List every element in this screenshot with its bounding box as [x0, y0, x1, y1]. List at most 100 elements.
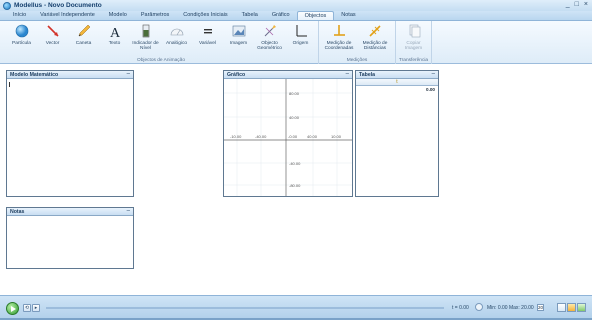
minimize-panel-icon[interactable]: –: [432, 70, 435, 78]
analog-button[interactable]: Analógico: [161, 23, 192, 56]
table-panel: Tabela – t 0.00: [355, 70, 439, 197]
group-label-measurements: Medições: [346, 58, 368, 63]
group-measurements: Medição de Coordenadas Medição de Distân…: [319, 21, 396, 64]
y-tick-label: 40.00: [289, 115, 300, 120]
tab-tabela[interactable]: Tabela: [235, 11, 265, 20]
tab-variavel-independente[interactable]: Variável Independente: [33, 11, 102, 20]
x-tick-label: -40.00: [255, 134, 267, 139]
geometric-object-label: Objecto Geométrico: [257, 41, 282, 52]
notes-editor[interactable]: [7, 216, 133, 268]
model-panel: Modelo Matemático –: [6, 70, 134, 197]
geometric-object-button[interactable]: Objecto Geométrico: [254, 23, 285, 56]
x-tick-label: 40.00: [307, 134, 318, 139]
analog-gauge-icon: [169, 23, 185, 39]
time-settings-icon[interactable]: [475, 303, 483, 311]
graph-panel-header: Gráfico –: [224, 71, 352, 79]
playback-bar: ⟲ ▸ t = 0.00 Min: 0.00 Max: 20.00 20: [0, 295, 592, 320]
graph-canvas[interactable]: -10.00 -40.00 -0.00 40.00 10.00 80.00 40…: [224, 79, 352, 196]
table-column-label: t: [396, 79, 398, 85]
level-indicator-icon: [138, 23, 154, 39]
vector-icon: [45, 23, 61, 39]
analog-label: Analógico: [165, 41, 188, 46]
copy-image-label: Copiar Imagem: [404, 41, 423, 52]
highlight-icon[interactable]: [567, 303, 576, 312]
particle-icon: [14, 23, 30, 39]
pen-button[interactable]: Caneta: [68, 23, 99, 56]
copy-image-icon: [406, 23, 422, 39]
table-column-header[interactable]: t: [356, 79, 438, 86]
view-buttons: [557, 303, 586, 312]
x-tick-label: 10.00: [331, 134, 342, 139]
copy-image-button[interactable]: Copiar Imagem: [398, 23, 429, 56]
table-row[interactable]: 0.00: [356, 86, 438, 93]
graph-panel-title: Gráfico: [227, 72, 246, 78]
y-tick-label: -80.00: [289, 183, 301, 188]
ribbon-tab-bar: Início Variável Independente Modelo Parâ…: [0, 11, 592, 21]
tab-condicoes-iniciais[interactable]: Condições Iniciais: [176, 11, 234, 20]
title-bar: Modellus - Novo Documento _ □ ×: [0, 0, 592, 11]
graph-panel: Gráfico – -10.00 -40.00 -0.00 40.00 10.0…: [223, 70, 353, 197]
minimize-icon[interactable]: _: [566, 1, 570, 8]
tab-objectos[interactable]: Objectos: [296, 11, 335, 20]
app-logo-icon[interactable]: [3, 1, 11, 10]
step-button[interactable]: ▸: [32, 304, 40, 312]
origin-label: Origem: [292, 41, 309, 46]
group-label-animation-objects: Objectos de Animação: [137, 58, 185, 63]
notes-panel-header: Notas –: [7, 208, 133, 216]
variable-icon: [200, 23, 216, 39]
distance-measure-label: Medição de Distâncias: [362, 41, 388, 52]
ribbon: Partícula Vector Caneta A Texto Indicado…: [0, 21, 592, 64]
time-slider[interactable]: [46, 307, 444, 309]
origin-button[interactable]: Origem: [285, 23, 316, 56]
table-cell: 0.00: [426, 87, 435, 92]
level-indicator-button[interactable]: Indicador de Nível: [130, 23, 161, 56]
minimize-panel-icon[interactable]: –: [346, 70, 349, 78]
level-indicator-label: Indicador de Nível: [132, 41, 159, 52]
step-count-value: 20: [538, 305, 544, 310]
image-button[interactable]: Imagem: [223, 23, 254, 56]
y-tick-label: -40.00: [289, 161, 301, 166]
svg-text:A: A: [110, 26, 121, 38]
coordinate-measure-icon: [331, 23, 347, 39]
tab-inicio[interactable]: Início: [6, 11, 33, 20]
tab-notas[interactable]: Notas: [334, 11, 362, 20]
coordinate-measure-button[interactable]: Medição de Coordenadas: [321, 23, 357, 56]
minimize-panel-icon[interactable]: –: [127, 70, 130, 78]
model-panel-header: Modelo Matemático –: [7, 71, 133, 79]
text-label: Texto: [108, 41, 121, 46]
play-button[interactable]: [6, 302, 19, 315]
minimize-panel-icon[interactable]: –: [127, 207, 130, 215]
tab-modelo[interactable]: Modelo: [102, 11, 134, 20]
export-icon[interactable]: [577, 303, 586, 312]
coordinate-measure-label: Medição de Coordenadas: [324, 41, 354, 52]
tab-grafico[interactable]: Gráfico: [265, 11, 297, 20]
min-max-readout: Min: 0.00 Max: 20.00: [487, 305, 534, 311]
reset-button[interactable]: ⟲: [23, 304, 31, 312]
text-icon: A: [107, 23, 123, 39]
table-panel-header: Tabela –: [356, 71, 438, 79]
close-icon[interactable]: ×: [584, 1, 588, 8]
pen-icon: [76, 23, 92, 39]
text-button[interactable]: A Texto: [99, 23, 130, 56]
model-editor[interactable]: [7, 79, 133, 196]
maximize-icon[interactable]: □: [575, 1, 579, 8]
tab-parametros[interactable]: Parâmetros: [134, 11, 176, 20]
text-cursor: [9, 82, 10, 87]
step-count[interactable]: 20: [537, 304, 544, 311]
notes-panel-title: Notas: [10, 209, 25, 215]
window-controls: _ □ ×: [566, 1, 588, 8]
image-icon: [231, 23, 247, 39]
vector-button[interactable]: Vector: [37, 23, 68, 56]
group-animation-objects: Partícula Vector Caneta A Texto Indicado…: [4, 21, 319, 64]
variable-label: Variável: [199, 41, 216, 46]
origin-icon: [293, 23, 309, 39]
particle-button[interactable]: Partícula: [6, 23, 37, 56]
distance-measure-button[interactable]: Medição de Distâncias: [357, 23, 393, 56]
group-label-transfer: Transferência: [398, 58, 429, 63]
geometric-object-icon: [262, 23, 278, 39]
vector-label: Vector: [45, 41, 60, 46]
image-label: Imagem: [229, 41, 248, 46]
layout-icon[interactable]: [557, 303, 566, 312]
window-title: Modellus - Novo Documento: [14, 2, 102, 9]
variable-button[interactable]: Variável: [192, 23, 223, 56]
